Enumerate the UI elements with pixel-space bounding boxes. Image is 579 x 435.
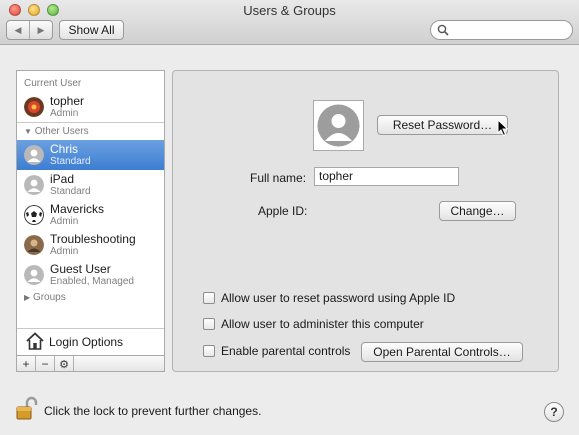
administer-computer-option[interactable]: Allow user to administer this computer	[203, 317, 424, 331]
user-role: Admin	[50, 216, 79, 227]
soccer-ball-icon	[24, 205, 44, 225]
section-divider	[17, 122, 164, 123]
avatar-photo-icon	[24, 235, 44, 255]
full-name-label: Full name:	[250, 171, 307, 185]
search-icon	[437, 24, 449, 36]
gear-icon: ⚙	[59, 358, 69, 371]
user-role: Standard	[50, 156, 91, 167]
user-row-guest[interactable]: Guest User Enabled, Managed	[17, 260, 164, 290]
mouse-pointer-icon	[497, 119, 509, 137]
login-options-label: Login Options	[49, 335, 124, 349]
apple-id-label: Apple ID:	[258, 204, 308, 218]
user-name: topher	[50, 94, 85, 108]
user-picture[interactable]	[313, 100, 364, 151]
checkbox-label: Allow user to administer this computer	[221, 317, 424, 331]
avatar-generic-icon	[317, 104, 360, 147]
window-title: Users & Groups	[243, 3, 336, 18]
user-role: Standard	[50, 186, 91, 197]
other-users-header[interactable]: ▼ Other Users	[24, 126, 89, 137]
user-role: Enabled, Managed	[50, 276, 134, 287]
login-options-item[interactable]: Login Options	[17, 329, 164, 355]
checkbox[interactable]	[203, 345, 215, 357]
search-input[interactable]	[430, 20, 573, 40]
user-detail-panel: Reset Password… Full name: topher Apple …	[172, 70, 559, 372]
disclosure-right-icon: ▶	[24, 293, 31, 302]
list-actions-bar: + − ⚙	[17, 355, 164, 372]
user-row-mavericks[interactable]: Mavericks Admin	[17, 200, 164, 230]
user-role: Admin	[50, 246, 79, 257]
action-menu-button[interactable]: ⚙	[55, 356, 74, 372]
users-list: Current User topher Admin ▼ Other Users …	[16, 70, 165, 372]
avatar-flower-icon	[24, 97, 44, 117]
user-row-topher[interactable]: topher Admin	[17, 92, 164, 122]
current-user-header: Current User	[24, 78, 82, 89]
window-toolbar: Users & Groups ◀ ▶ Show All	[0, 0, 579, 45]
avatar-generic-icon	[24, 175, 44, 195]
checkbox-label: Enable parental controls	[221, 344, 351, 358]
reset-password-apple-id-option[interactable]: Allow user to reset password using Apple…	[203, 291, 455, 305]
back-arrow-icon[interactable]: ◀	[7, 21, 30, 39]
house-icon	[26, 332, 44, 350]
user-name: Chris	[50, 142, 79, 156]
avatar-generic-icon	[24, 265, 44, 285]
user-row-chris[interactable]: Chris Standard	[17, 140, 164, 170]
user-name: Guest User	[50, 262, 111, 276]
forward-arrow-icon[interactable]: ▶	[30, 21, 52, 39]
remove-user-button[interactable]: −	[36, 356, 55, 372]
add-user-button[interactable]: +	[17, 356, 36, 372]
lock-icon[interactable]	[14, 396, 40, 422]
checkbox-label: Allow user to reset password using Apple…	[221, 291, 456, 305]
user-name: Mavericks	[50, 202, 105, 216]
user-name: Troubleshooting	[50, 232, 136, 246]
checkbox[interactable]	[203, 292, 215, 304]
open-parental-controls-button[interactable]: Open Parental Controls…	[361, 342, 523, 362]
lock-status-text: Click the lock to prevent further change…	[44, 404, 262, 418]
nav-arrows: ◀ ▶	[6, 20, 53, 40]
user-role: Admin	[50, 108, 79, 119]
user-row-ipad[interactable]: iPad Standard	[17, 170, 164, 200]
groups-header[interactable]: ▶ Groups	[24, 292, 66, 303]
user-row-troubleshooting[interactable]: Troubleshooting Admin	[17, 230, 164, 260]
avatar-generic-icon	[24, 145, 44, 165]
change-apple-id-button[interactable]: Change…	[439, 201, 516, 221]
reset-password-button[interactable]: Reset Password…	[377, 115, 508, 135]
show-all-button[interactable]: Show All	[59, 20, 124, 40]
full-name-field[interactable]: topher	[314, 167, 459, 186]
parental-controls-option[interactable]: Enable parental controls	[203, 344, 350, 358]
help-button[interactable]: ?	[544, 402, 564, 422]
disclosure-down-icon: ▼	[24, 127, 32, 136]
checkbox[interactable]	[203, 318, 215, 330]
user-name: iPad	[50, 172, 75, 186]
